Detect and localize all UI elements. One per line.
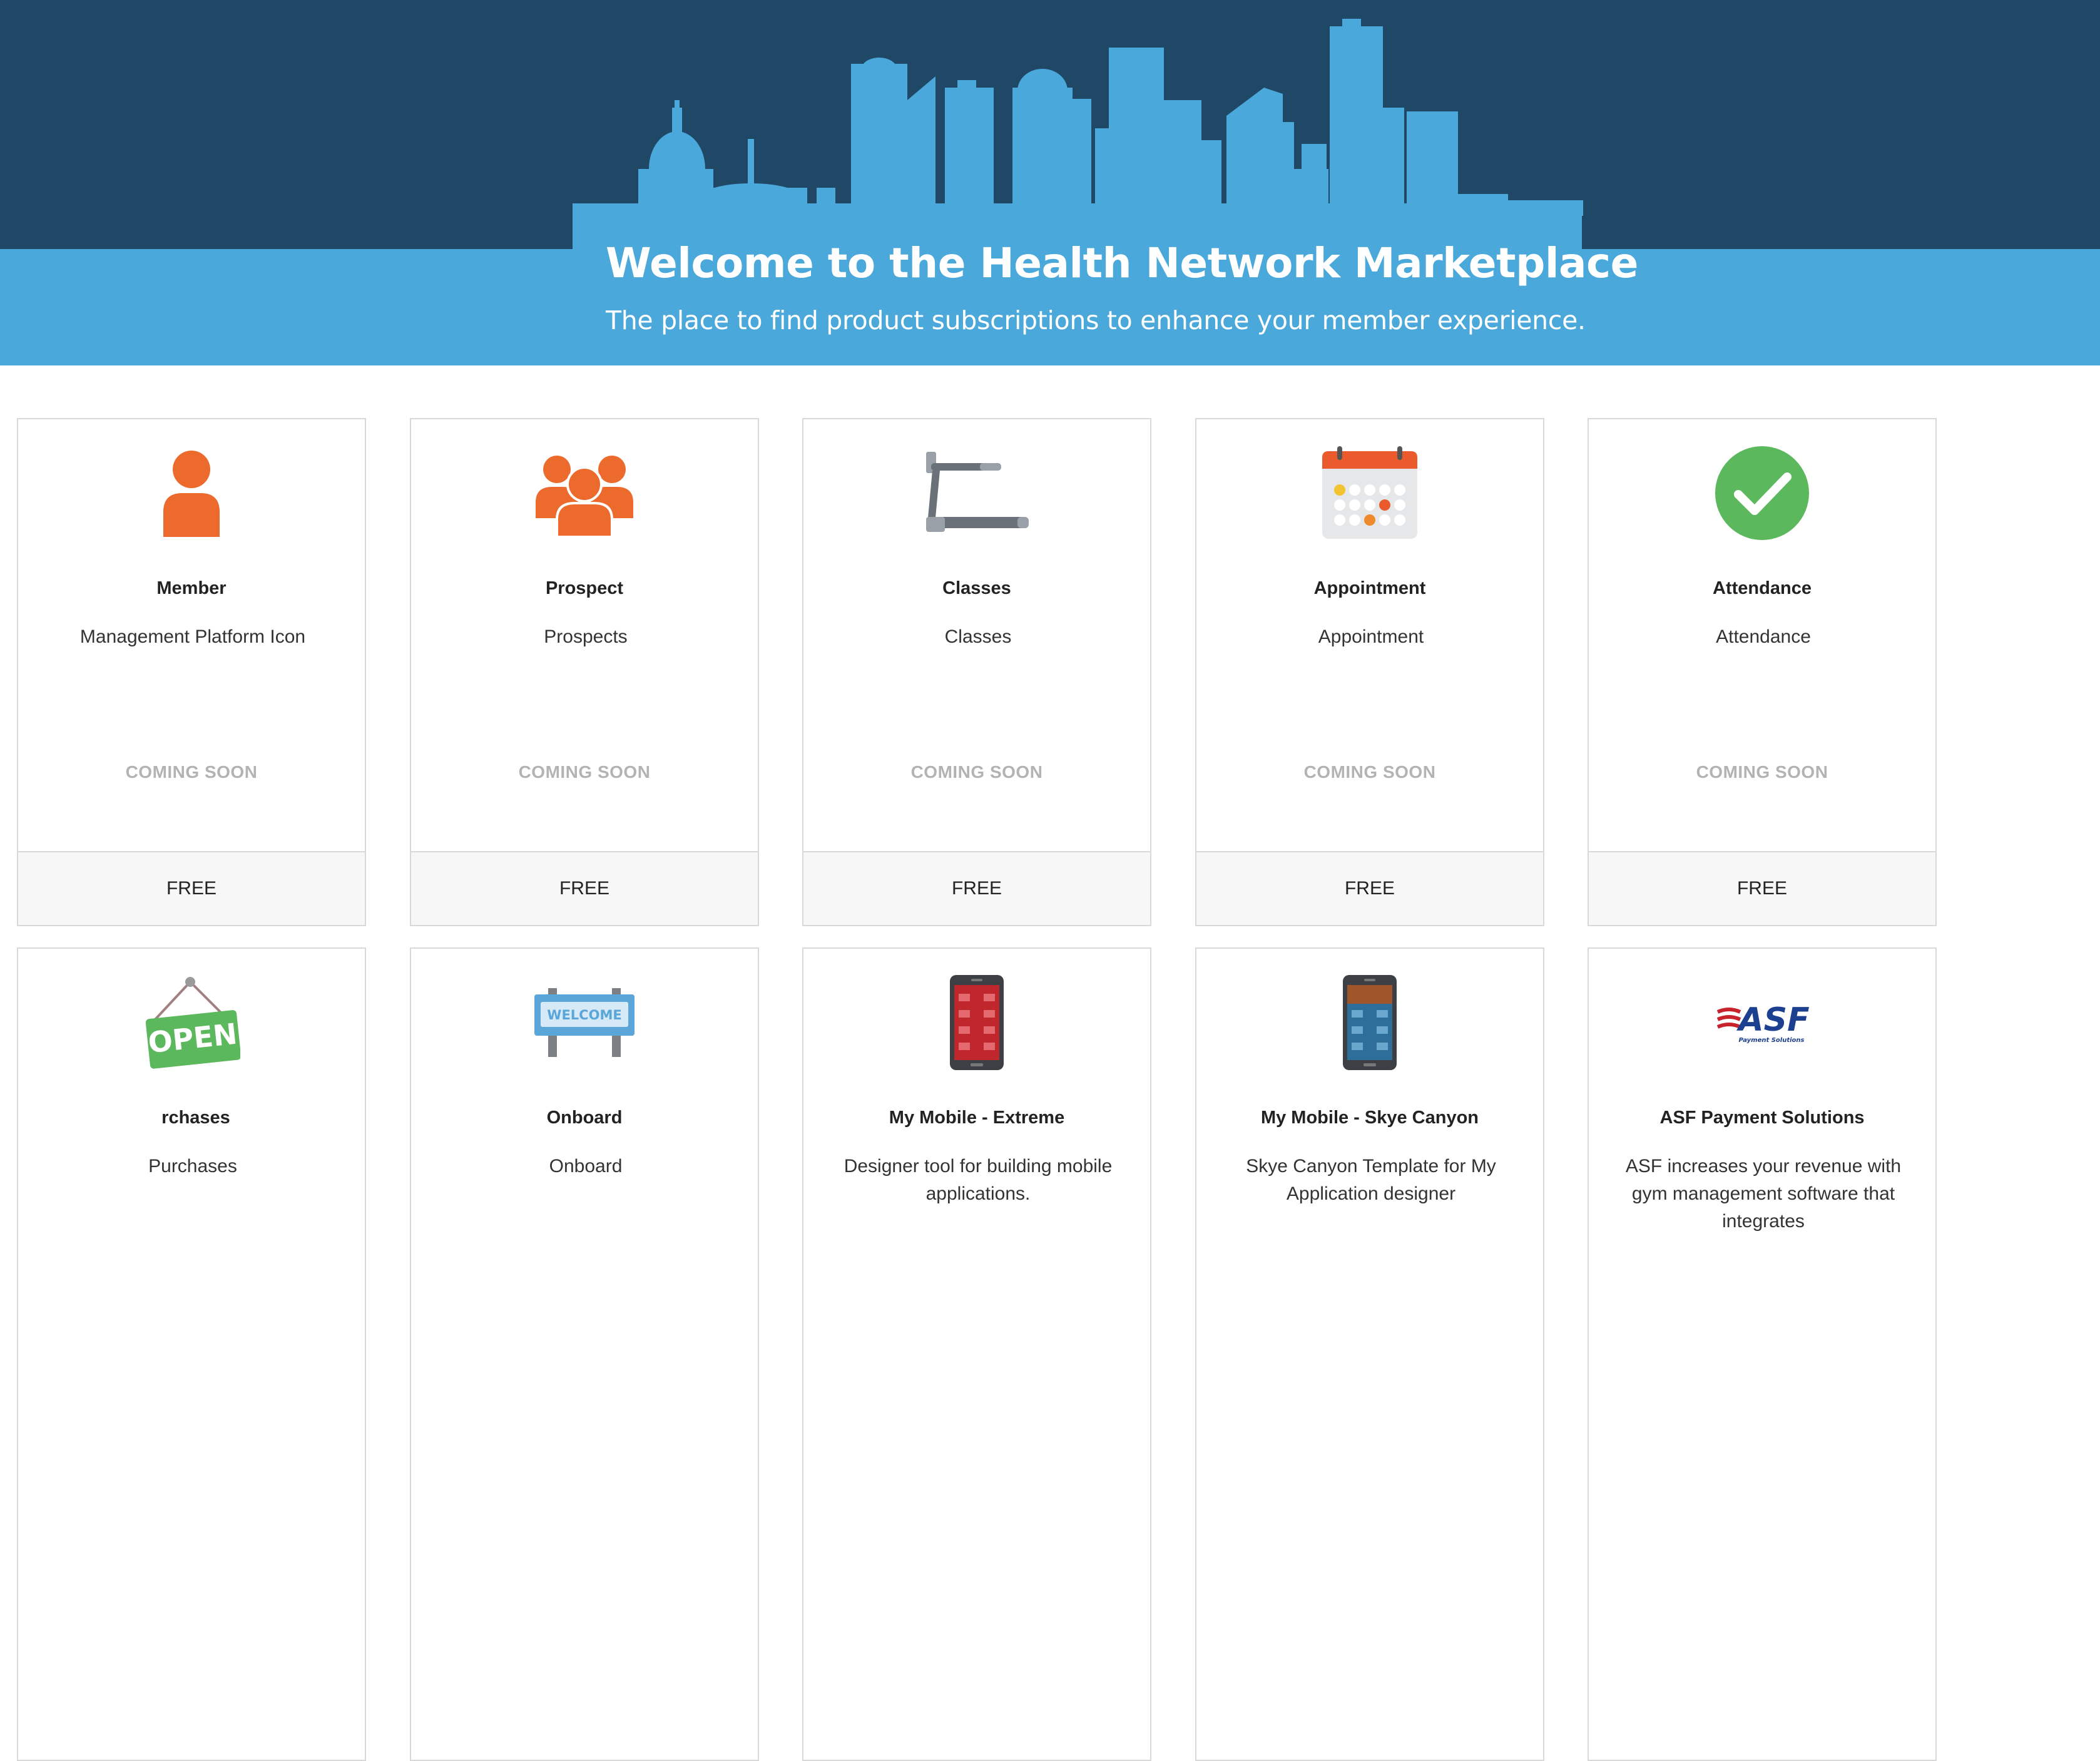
card-description: Prospects	[544, 626, 628, 647]
card-price-footer[interactable]: FREE	[18, 851, 365, 925]
asf-logo-icon: ASF Payment Solutions	[1589, 972, 1935, 1073]
product-card-classes[interactable]: Classes Classes COMING SOON FREE	[802, 418, 1151, 926]
card-status: COMING SOON	[1303, 762, 1436, 782]
card-price-footer[interactable]: FREE	[1589, 851, 1935, 925]
mobile-phone-blue-icon	[1196, 972, 1543, 1073]
card-title[interactable]: Appointment	[1196, 578, 1543, 599]
card-price-footer[interactable]: FREE	[1196, 851, 1543, 925]
welcome-sign-text: WELCOME	[547, 1008, 621, 1023]
card-price-footer[interactable]: FREE	[803, 851, 1150, 925]
card-title[interactable]: Classes	[803, 578, 1150, 599]
welcome-sign-icon: WELCOME	[411, 972, 758, 1073]
card-description: Management Platform Icon	[79, 626, 306, 647]
card-title[interactable]: Attendance	[1589, 578, 1935, 599]
product-card-onboard[interactable]: WELCOME Onboard Onboard	[410, 947, 759, 1761]
card-title[interactable]: My Mobile - Extreme	[803, 1108, 1150, 1128]
checkmark-circle-icon	[1589, 443, 1935, 543]
blur-overlay	[18, 1101, 162, 1139]
asf-logo-subtext: Payment Solutions	[1739, 1037, 1805, 1044]
product-card-prospect[interactable]: Prospect Prospects COMING SOON FREE	[410, 418, 759, 926]
card-title[interactable]: Member	[18, 578, 365, 599]
hero-title: Welcome to the Health Network Marketplac…	[606, 239, 1638, 287]
card-description: ASF increases your revenue with gym mana…	[1625, 1156, 1902, 1232]
product-card-attendance[interactable]: Attendance Attendance COMING SOON FREE	[1588, 418, 1937, 926]
product-card-appointment[interactable]: Appointment Appointment COMING SOON FREE	[1195, 418, 1544, 926]
product-card-purchases[interactable]: OPEN rchases Purchases	[17, 947, 366, 1761]
card-description: Designer tool for building mobile applic…	[844, 1156, 1113, 1204]
treadmill-icon	[803, 443, 1150, 543]
prospect-group-icon	[411, 443, 758, 543]
card-description: Purchases	[148, 1156, 237, 1177]
card-status: COMING SOON	[1696, 762, 1828, 782]
product-card-my-mobile-extreme[interactable]: My Mobile - Extreme Designer tool for bu…	[802, 947, 1151, 1761]
asf-logo-text: ASF	[1736, 1001, 1809, 1039]
card-title[interactable]: My Mobile - Skye Canyon	[1196, 1108, 1543, 1128]
card-status: COMING SOON	[125, 762, 258, 782]
mobile-phone-red-icon	[803, 972, 1150, 1073]
product-card-member[interactable]: Member Management Platform Icon COMING S…	[17, 418, 366, 926]
open-sign-icon: OPEN	[18, 972, 365, 1073]
calendar-icon	[1196, 443, 1543, 543]
card-description: Classes	[944, 626, 1012, 647]
card-status: COMING SOON	[910, 762, 1043, 782]
card-title[interactable]: Prospect	[411, 578, 758, 599]
card-title[interactable]: ASF Payment Solutions	[1589, 1108, 1935, 1128]
hero-subtitle: The place to find product subscriptions …	[606, 305, 1586, 335]
card-title[interactable]: Onboard	[411, 1108, 758, 1128]
card-price-footer[interactable]: FREE	[411, 851, 758, 925]
card-description: Attendance	[1716, 626, 1811, 647]
card-description: Onboard	[549, 1156, 623, 1177]
card-status: COMING SOON	[518, 762, 651, 782]
product-card-my-mobile-skye-canyon[interactable]: My Mobile - Skye Canyon Skye Canyon Temp…	[1195, 947, 1544, 1761]
member-person-icon	[18, 443, 365, 543]
card-description: Appointment	[1318, 626, 1424, 647]
city-skyline-illustration	[573, 19, 1583, 250]
hero-banner: Welcome to the Health Network Marketplac…	[0, 0, 2100, 365]
card-description: Skye Canyon Template for My Application …	[1246, 1156, 1496, 1204]
product-card-asf-payment-solutions[interactable]: ASF Payment Solutions ASF Payment Soluti…	[1588, 947, 1937, 1761]
